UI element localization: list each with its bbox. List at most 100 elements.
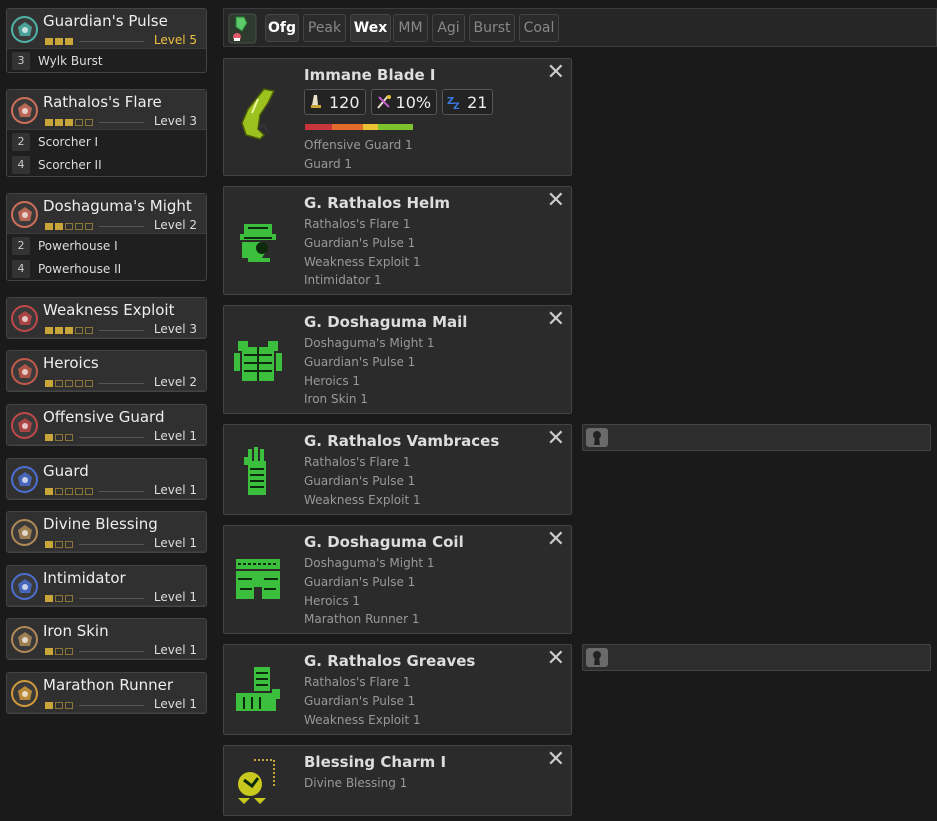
element-stat: Z Z 21 — [442, 89, 494, 115]
bonus-piece-count: 4 — [12, 155, 30, 174]
level-pip — [85, 380, 93, 387]
armor-skill: Weakness Exploit 1 — [304, 712, 421, 727]
filter-agi[interactable]: Agi — [432, 14, 465, 42]
skill-level: Level 1 — [153, 483, 197, 497]
level-track — [79, 598, 144, 599]
level-pip — [65, 327, 73, 334]
level-pip — [65, 38, 73, 45]
skill-name: Guard — [43, 462, 89, 480]
level-pip — [75, 380, 83, 387]
remove-weapon-button[interactable]: ✕ — [547, 62, 565, 84]
set-bonus-row: 2 Powerhouse I — [7, 234, 206, 257]
armor-card[interactable]: G. Doshaguma Coil ✕ Doshaguma's Might 1 Gua… — [223, 525, 572, 634]
guardian-pulse-icon — [11, 16, 38, 43]
doshaguma-might-icon — [11, 201, 38, 228]
level-pip — [55, 119, 63, 126]
filter-burst[interactable]: Burst — [469, 14, 515, 42]
level-pip — [75, 223, 83, 230]
level-pip — [55, 38, 63, 45]
skill-header: Offensive Guard Level 1 — [7, 405, 206, 445]
sleep-element-icon: ZZ — [447, 96, 460, 111]
skill-card[interactable]: Marathon Runner Level 1 — [6, 672, 207, 714]
sharpness-segment — [305, 124, 332, 130]
skill-header: Guard Level 1 — [7, 459, 206, 499]
armor-name: G. Rathalos Vambraces — [304, 432, 500, 450]
skill-name: Marathon Runner — [43, 676, 173, 694]
armor-card[interactable]: G. Rathalos Vambraces ✕ Rathalos's Flare 1… — [223, 424, 572, 515]
rathalos-flare-icon — [11, 97, 38, 124]
set-bonus-row: 2 Scorcher I — [7, 130, 206, 153]
marathon-runner-icon — [11, 680, 38, 707]
remove-armor-button[interactable]: ✕ — [547, 309, 565, 331]
filter-bar: Ofg Peak Wex MM Agi Burst Coal — [223, 8, 937, 47]
skill-level-pips — [45, 541, 75, 548]
armor-name: G. Rathalos Helm — [304, 194, 450, 212]
armor-skill: Intimidator 1 — [304, 273, 382, 288]
bonus-label: Powerhouse II — [38, 261, 122, 276]
affinity-icon — [376, 95, 391, 109]
remove-armor-button[interactable]: ✕ — [547, 428, 565, 450]
armor-skill: Guardian's Pulse 1 — [304, 354, 416, 369]
divine-blessing-icon — [11, 519, 38, 546]
decoration-slot[interactable] — [582, 644, 931, 671]
filter-wex[interactable]: Wex — [350, 14, 391, 42]
armor-card[interactable]: G. Rathalos Greaves ✕ Rathalos's Flare 1 Gu… — [223, 644, 572, 735]
skill-card[interactable]: Guard Level 1 — [6, 458, 207, 500]
filter-ofg[interactable]: Ofg — [265, 14, 299, 42]
skill-level-pips — [45, 648, 75, 655]
level-pip — [55, 488, 63, 495]
weapon-skill: Guard 1 — [304, 156, 353, 171]
skill-card[interactable]: Divine Blessing Level 1 — [6, 511, 207, 553]
armor-card[interactable]: G. Doshaguma Mail ✕ Doshaguma's Might 1 Gua… — [223, 305, 572, 414]
level-track — [79, 651, 144, 652]
skill-card[interactable]: Rathalos's Flare Level 3 2 Scorcher I 4 Scorc… — [6, 89, 207, 177]
filter-coal[interactable]: Coal — [519, 14, 559, 42]
skill-card[interactable]: Intimidator Level 1 — [6, 565, 207, 607]
skill-level-pips — [45, 223, 95, 230]
remove-armor-button[interactable]: ✕ — [547, 190, 565, 212]
skill-card[interactable]: Doshaguma's Might Level 2 2 Powerhouse I 4 Po… — [6, 193, 207, 281]
armor-skill: Guardian's Pulse 1 — [304, 473, 416, 488]
remove-armor-button[interactable]: ✕ — [547, 648, 565, 670]
filter-mm[interactable]: MM — [393, 14, 428, 42]
level-pip — [45, 488, 53, 495]
level-pip — [55, 434, 63, 441]
affinity-stat: 10% — [370, 89, 438, 115]
bonus-piece-count: 2 — [12, 236, 30, 255]
keyhole-slot-icon — [586, 648, 608, 667]
filter-peak[interactable]: Peak — [303, 14, 346, 42]
charm-icon — [230, 754, 286, 810]
level-pip — [45, 380, 53, 387]
skill-card[interactable]: Offensive Guard Level 1 — [6, 404, 207, 446]
remove-armor-button[interactable]: ✕ — [547, 749, 565, 771]
skill-card[interactable]: Heroics Level 2 — [6, 350, 207, 392]
skill-level: Level 3 — [153, 322, 197, 336]
equipment-set-icon[interactable] — [228, 13, 257, 44]
level-pip — [85, 119, 93, 126]
vambraces-icon — [230, 443, 286, 499]
attack-icon — [311, 95, 321, 108]
skill-name: Doshaguma's Might — [43, 197, 192, 215]
armor-name: G. Rathalos Greaves — [304, 652, 476, 670]
weapon-skill: Offensive Guard 1 — [304, 138, 413, 152]
skill-card[interactable]: Iron Skin Level 1 — [6, 618, 207, 660]
level-pip — [55, 327, 63, 334]
level-pip — [55, 702, 63, 709]
remove-armor-button[interactable]: ✕ — [547, 529, 565, 551]
skill-name: Intimidator — [43, 569, 126, 587]
level-pip — [65, 488, 73, 495]
set-bonus-row: 4 Scorcher II — [7, 153, 206, 176]
skill-card[interactable]: Weakness Exploit Level 3 — [6, 297, 207, 339]
armor-card[interactable]: Blessing Charm I ✕ Divine Blessing 1 — [223, 745, 572, 816]
heroics-icon — [11, 358, 38, 385]
level-pip — [65, 119, 73, 126]
level-pip — [55, 380, 63, 387]
chest-mail-icon — [230, 333, 286, 389]
level-pip — [55, 595, 63, 602]
skill-card[interactable]: Guardian's Pulse Level 5 3 Wylk Burst — [6, 8, 207, 73]
level-pip — [85, 223, 93, 230]
armor-card[interactable]: G. Rathalos Helm ✕ Rathalos's Flare 1 Guard… — [223, 186, 572, 295]
decoration-slot[interactable] — [582, 424, 931, 451]
weapon-card[interactable]: Immane Blade I ✕ 120 10% Z Z 21 Offensive Guard… — [223, 58, 572, 176]
armor-skill: Guardian's Pulse 1 — [304, 693, 416, 708]
